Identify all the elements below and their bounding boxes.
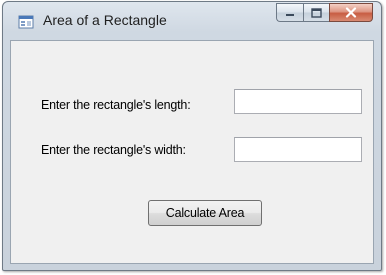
form-client-area: Enter the rectangle's length: Enter the … [10,40,374,264]
app-window: Area of a Rectangle Enter the rectangle'… [2,1,382,271]
width-label: Enter the rectangle's width: [41,143,186,157]
title-bar[interactable]: Area of a Rectangle [3,2,381,40]
close-button[interactable] [329,3,373,22]
form-icon [18,14,34,30]
minimize-button[interactable] [276,3,303,22]
window-title: Area of a Rectangle [43,12,167,28]
width-input[interactable] [234,137,362,162]
caption-buttons [276,3,373,23]
minimize-icon [286,13,294,16]
close-icon [345,7,357,18]
length-label: Enter the rectangle's length: [41,98,191,112]
maximize-button[interactable] [303,3,329,22]
maximize-icon [311,7,322,18]
calculate-area-button[interactable]: Calculate Area [148,200,262,226]
length-input[interactable] [234,89,362,114]
